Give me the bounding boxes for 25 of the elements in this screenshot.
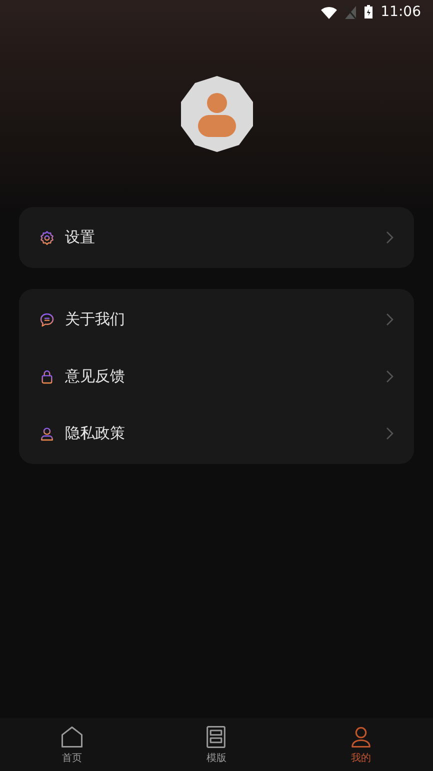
- menu-item[interactable]: 设置: [19, 209, 414, 266]
- tab[interactable]: 模版: [144, 718, 289, 771]
- menu-item[interactable]: 关于我们: [19, 291, 414, 348]
- chevron-right-icon: [386, 370, 394, 383]
- battery-charging-icon: [364, 5, 373, 19]
- no-signal-icon: [344, 6, 356, 18]
- chevron-right-icon: [386, 231, 394, 244]
- menu-label: 隐私政策: [65, 423, 126, 444]
- home-icon: [59, 724, 86, 750]
- menu-item[interactable]: 意见反馈: [19, 348, 414, 405]
- avatar[interactable]: [178, 76, 254, 152]
- tab[interactable]: 首页: [0, 718, 144, 771]
- chevron-right-icon: [386, 427, 394, 440]
- menu-label: 关于我们: [65, 309, 126, 330]
- person-icon: [39, 426, 55, 442]
- menu-label: 设置: [65, 227, 96, 248]
- menu-label: 意见反馈: [65, 366, 126, 388]
- wifi-icon: [320, 6, 337, 18]
- chat-bubble-icon: [39, 312, 55, 328]
- chevron-right-icon: [386, 313, 394, 326]
- menu-item[interactable]: 隐私政策: [19, 405, 414, 462]
- gear-icon: [39, 230, 55, 246]
- lock-icon: [39, 368, 55, 384]
- status-time: 11:06: [380, 2, 421, 22]
- tab[interactable]: 我的: [288, 718, 433, 771]
